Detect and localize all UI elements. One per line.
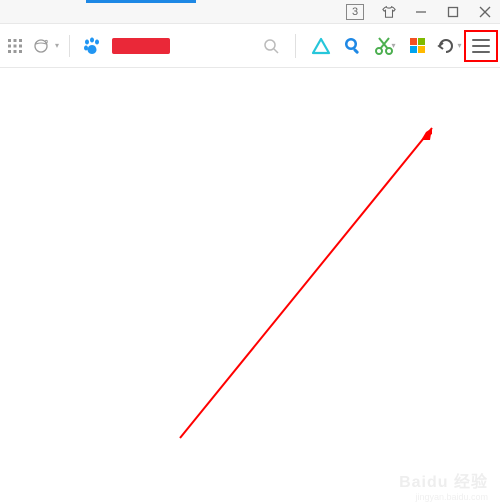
scissors-icon[interactable]: ▾ xyxy=(372,33,398,59)
apps-grid-icon[interactable] xyxy=(6,37,24,55)
windows-apps-icon[interactable] xyxy=(404,33,430,59)
baidu-paw-icon[interactable] xyxy=(82,36,102,56)
undo-icon[interactable]: ▾ xyxy=(436,33,462,59)
maximize-button[interactable] xyxy=(446,5,460,19)
search-icon[interactable] xyxy=(263,38,279,54)
dropdown-caret-icon[interactable]: ▾ xyxy=(391,41,395,50)
minimize-button[interactable] xyxy=(414,5,428,19)
skin-icon[interactable] xyxy=(382,5,396,19)
menu-button[interactable] xyxy=(468,33,494,59)
active-tab-indicator xyxy=(86,0,196,3)
dropdown-caret-icon[interactable]: ▾ xyxy=(55,41,59,50)
tab-count-badge[interactable]: 3 xyxy=(346,4,364,20)
triangle-tool-icon[interactable] xyxy=(308,33,334,59)
ie-icon[interactable] xyxy=(32,37,50,55)
close-button[interactable] xyxy=(478,5,492,19)
toolbar-divider xyxy=(69,35,70,57)
annotation-arrow xyxy=(0,68,500,500)
window-titlebar: 3 xyxy=(0,0,500,24)
dropdown-caret-icon[interactable]: ▾ xyxy=(457,41,461,50)
redacted-text xyxy=(112,38,170,54)
toolbar-divider xyxy=(295,34,296,58)
toolbar-left-group: ▾ xyxy=(6,37,59,55)
page-content xyxy=(0,68,500,500)
windows-logo-icon xyxy=(410,38,425,53)
zoom-icon[interactable] xyxy=(340,33,366,59)
browser-toolbar: ▾ ▾ ▾ xyxy=(0,24,500,68)
hamburger-icon xyxy=(472,39,490,53)
